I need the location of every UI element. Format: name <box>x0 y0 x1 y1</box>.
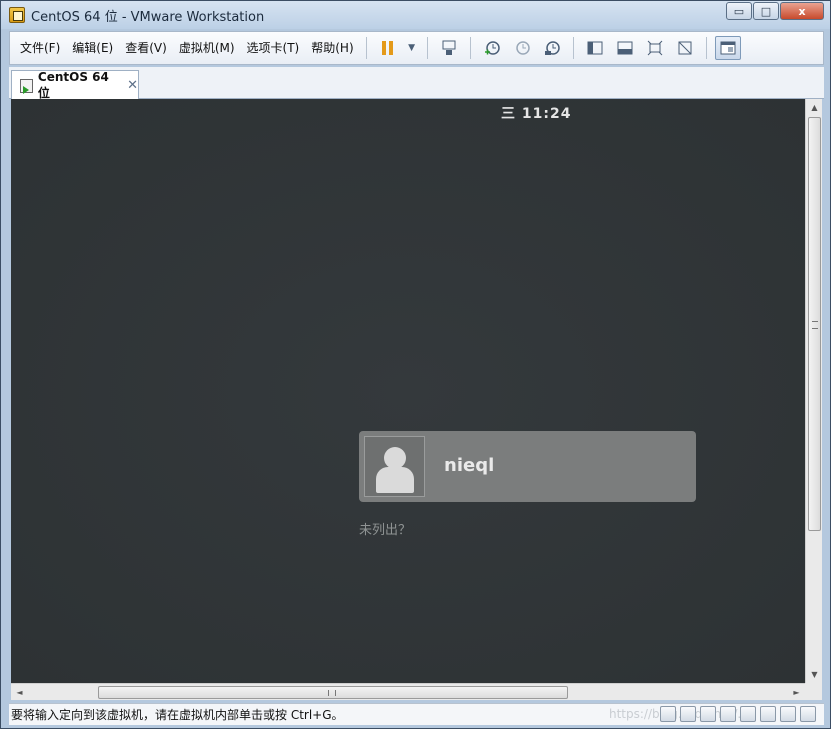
unity-icon <box>678 41 692 55</box>
tab-label: CentOS 64 位 <box>37 70 109 100</box>
top-bar-clock[interactable]: 三 11:24 <box>501 103 571 123</box>
status-message: 要将输入定向到该虚拟机，请在虚拟机内部单击或按 Ctrl+G。 <box>11 708 344 722</box>
pause-icon <box>382 41 394 55</box>
status-bar: 要将输入定向到该虚拟机，请在虚拟机内部单击或按 Ctrl+G。 https://… <box>9 703 824 725</box>
network-icon[interactable] <box>700 706 716 722</box>
maximize-button[interactable]: □ <box>753 2 779 20</box>
vertical-scroll-thumb[interactable] <box>808 117 821 531</box>
thumbnail-bar-button[interactable] <box>612 36 638 60</box>
minimize-button[interactable]: ▭ <box>726 2 752 20</box>
user-entry[interactable]: nieql <box>359 431 696 502</box>
pause-button[interactable] <box>375 36 401 60</box>
toolbar-separator <box>426 37 428 59</box>
unity-button[interactable] <box>672 36 698 60</box>
menu-edit[interactable]: 编辑(E) <box>66 33 119 63</box>
grip-icon <box>328 690 336 696</box>
menu-file[interactable]: 文件(F) <box>14 33 66 63</box>
user-name: nieql <box>444 455 495 476</box>
menu-view[interactable]: 查看(V) <box>119 33 173 63</box>
scroll-up-icon[interactable]: ▲ <box>806 99 823 116</box>
send-ctrl-alt-del-icon <box>442 40 456 55</box>
snapshot-take-button[interactable] <box>479 36 505 60</box>
vm-running-icon <box>20 78 33 94</box>
menu-lines-icon: 三 <box>501 106 516 122</box>
console-view-button[interactable] <box>714 36 741 60</box>
dropdown-arrow-icon: ▼ <box>408 43 416 53</box>
power-dropdown-button[interactable]: ▼ <box>405 36 419 60</box>
hard-disk-icon[interactable] <box>660 706 676 722</box>
window-title: CentOS 64 位 - VMware Workstation <box>31 9 265 25</box>
vm-display[interactable]: 三 11:24 nieql 未列出？ <box>11 99 805 683</box>
printer-icon[interactable] <box>760 706 776 722</box>
display-icon[interactable] <box>780 706 796 722</box>
snapshot-revert-icon <box>515 41 530 55</box>
snapshot-revert-button[interactable] <box>509 36 535 60</box>
toolbar-separator <box>705 37 707 59</box>
scroll-right-icon[interactable]: ► <box>788 684 805 701</box>
snapshot-take-icon <box>484 41 500 55</box>
avatar-head-icon <box>384 447 406 469</box>
snapshot-manager-button[interactable] <box>539 36 565 60</box>
sound-icon[interactable] <box>740 706 756 722</box>
vertical-scrollbar[interactable]: ▲ ▼ <box>805 99 822 683</box>
toolbar-separator <box>365 37 367 59</box>
user-avatar <box>364 436 425 497</box>
menu-toolbar: 文件(F) 编辑(E) 查看(V) 虚拟机(M) 选项卡(T) 帮助(H) ▼ <box>9 31 824 65</box>
menu-tabs[interactable]: 选项卡(T) <box>241 33 306 63</box>
window-controls: ▭ □ x <box>725 2 824 20</box>
send-ctrl-alt-del-button[interactable] <box>436 36 462 60</box>
toolbar-separator <box>572 37 574 59</box>
not-listed-link[interactable]: 未列出？ <box>359 519 411 538</box>
menu-help[interactable]: 帮助(H) <box>305 33 359 63</box>
cd-dvd-icon[interactable] <box>680 706 696 722</box>
snapshot-manager-icon <box>544 41 560 55</box>
maximize-icon: □ <box>760 4 772 18</box>
grip-icon <box>812 321 818 329</box>
scroll-corner <box>805 683 822 700</box>
sidebar-button[interactable] <box>582 36 608 60</box>
scroll-left-icon[interactable]: ◄ <box>11 684 28 701</box>
scroll-down-icon[interactable]: ▼ <box>806 666 823 683</box>
tab-strip: CentOS 64 位 ✕ <box>9 67 824 100</box>
vmware-app-icon <box>9 7 25 23</box>
clock-time: 11:24 <box>521 106 572 122</box>
minimize-icon: ▭ <box>733 4 745 18</box>
horizontal-scrollbar[interactable]: ◄ ► <box>11 683 805 700</box>
vmware-window: CentOS 64 位 - VMware Workstation ▭ □ x 文… <box>0 0 831 729</box>
fullscreen-button[interactable] <box>642 36 668 60</box>
close-icon: x <box>798 4 806 18</box>
usb-icon[interactable] <box>720 706 736 722</box>
horizontal-scroll-thumb[interactable] <box>98 686 568 699</box>
toolbar-separator <box>469 37 471 59</box>
close-button[interactable]: x <box>780 2 824 20</box>
message-icon[interactable] <box>800 706 816 722</box>
menu-vm[interactable]: 虚拟机(M) <box>173 33 241 63</box>
title-bar[interactable]: CentOS 64 位 - VMware Workstation ▭ □ x <box>1 1 830 29</box>
fullscreen-icon <box>647 40 662 56</box>
sidebar-icon <box>587 41 603 55</box>
tab-centos[interactable]: CentOS 64 位 ✕ <box>11 70 139 100</box>
device-icons <box>660 706 816 722</box>
console-view-icon <box>720 41 736 55</box>
tab-close-icon[interactable]: ✕ <box>127 78 138 93</box>
avatar-body-icon <box>376 467 414 493</box>
thumbnail-bar-icon <box>617 41 633 55</box>
